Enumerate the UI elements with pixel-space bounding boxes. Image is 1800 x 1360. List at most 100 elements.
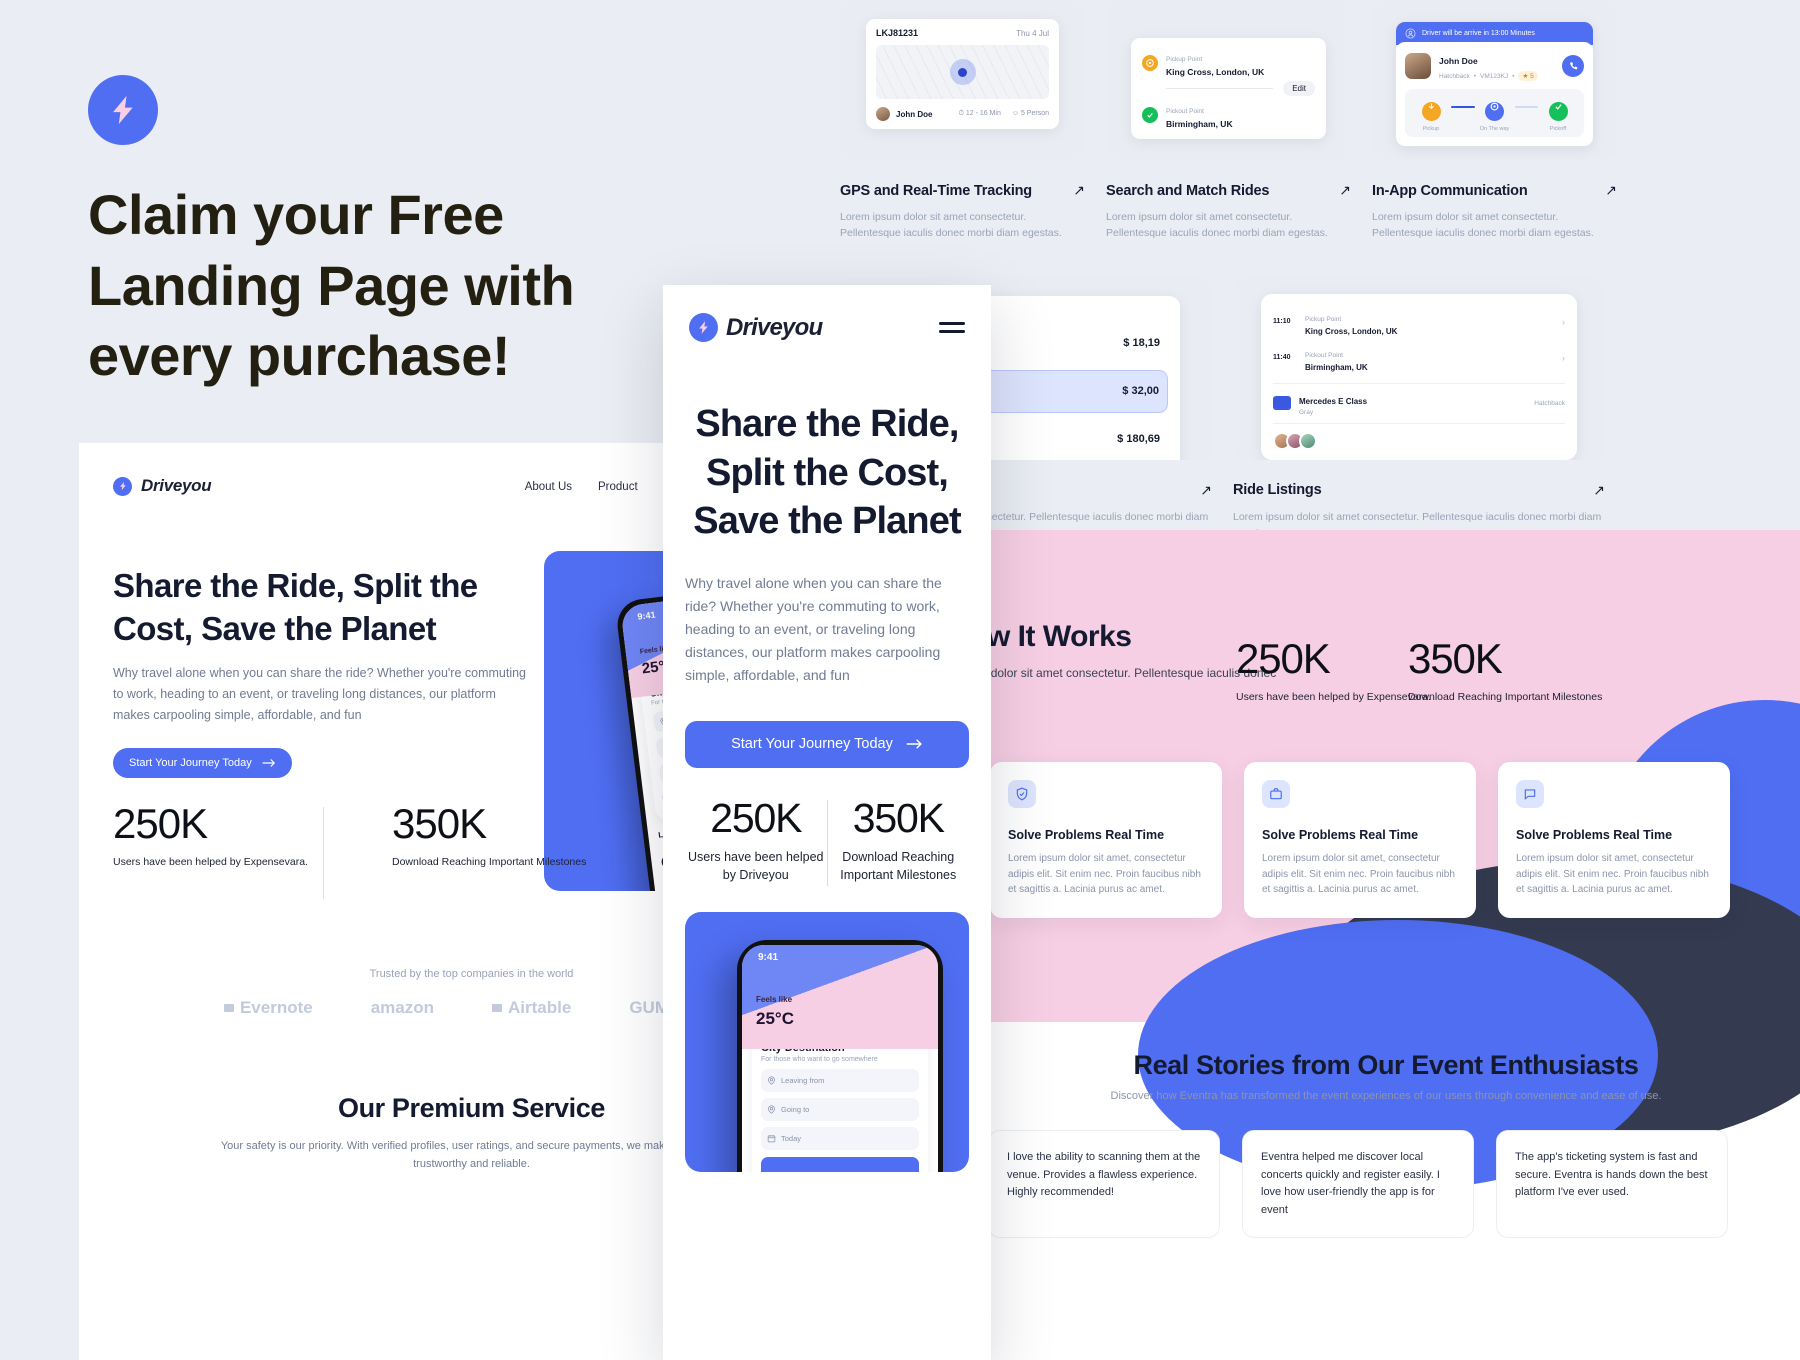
- dropoff-value: Birmingham, UK: [1166, 119, 1233, 129]
- testimonials-title: Real Stories from Our Event Enthusiasts: [1133, 1050, 1639, 1080]
- desktop-stats: 250K Users have been helped by Expenseva…: [113, 803, 602, 899]
- mobile-subheadline: Why travel alone when you can share the …: [685, 574, 942, 683]
- ride-duration: ⏱ 12 - 16 Min: [958, 110, 1001, 117]
- stat-item: 350K Download Reaching Important Milesto…: [828, 794, 970, 884]
- pickup-label: Pickup Point: [1166, 56, 1203, 63]
- brand-name: Driveyou: [141, 476, 212, 495]
- phone-field-date[interactable]: Today: [761, 1126, 919, 1150]
- service-cards-row: Solve Problems Real Time Lorem ipsum dol…: [988, 762, 1800, 918]
- stat-value: 350K: [1408, 635, 1503, 682]
- route-divider: [1166, 88, 1274, 89]
- pickup-value: King Cross, London, UK: [1305, 326, 1398, 336]
- eta-text: Driver will be arrive in 13:00 Minutes: [1422, 30, 1535, 37]
- mobile-stats: 250K Users have been helped by Driveyou …: [685, 794, 970, 886]
- phone-search-button[interactable]: [761, 1156, 919, 1172]
- edit-route-button[interactable]: Edit: [1283, 81, 1315, 96]
- vehicle-price: $ 32,00: [1122, 385, 1159, 398]
- brand-logo-icon: [689, 313, 718, 342]
- phone-mockup: 9:41 Feels like 25°C City Destination Fo…: [737, 939, 943, 1172]
- user-circle-icon: [1405, 28, 1416, 39]
- route-points-card: Pickup Point King Cross, London, UK Edit…: [1131, 38, 1326, 139]
- logo-evernote: Evernote: [223, 998, 313, 1018]
- ride-date: Thu 4 Jul: [1016, 29, 1049, 38]
- calendar-icon: [767, 1134, 776, 1142]
- arrow-up-right-icon[interactable]: ↗: [1200, 482, 1212, 499]
- dropoff-value: Birmingham, UK: [1305, 362, 1368, 372]
- lightning-bolt-icon: [113, 95, 133, 125]
- briefcase-icon: [1262, 780, 1290, 808]
- pickup-label: Pickup Point: [1305, 315, 1342, 323]
- stat-value: 250K: [113, 800, 208, 847]
- dropoff-label: Pickout Point: [1305, 351, 1343, 359]
- progress-step-onway: On The way: [1475, 97, 1515, 132]
- driver-avatar: [1405, 53, 1431, 79]
- stat-divider: [323, 807, 324, 899]
- listing-divider: [1273, 422, 1565, 424]
- arrow-up-right-icon[interactable]: ↗: [1605, 182, 1617, 199]
- chevron-right-icon[interactable]: ›: [1562, 317, 1565, 327]
- mobile-brand[interactable]: Driveyou: [689, 313, 823, 342]
- feature-desc: Lorem ipsum dolor sit amet consectetur. …: [1106, 211, 1328, 240]
- desktop-cta-button[interactable]: Start Your Journey Today: [113, 748, 292, 778]
- desktop-subheadline: Why travel alone when you can share the …: [113, 666, 527, 722]
- stat-label: Download Reaching Important Milestones: [840, 849, 957, 882]
- ride-capacity: ☺ 5 Person: [1011, 110, 1049, 117]
- phone-icon: [1569, 61, 1577, 69]
- how-it-works-title: How It Works: [988, 620, 1132, 653]
- map-preview: [876, 45, 1049, 99]
- desktop-brand[interactable]: Driveyou: [113, 476, 212, 496]
- feature-card-listings[interactable]: 11:10 Pickup Point King Cross, London, U…: [1233, 277, 1605, 542]
- phone-card-sub: For those who want to go somewhere: [761, 1055, 878, 1063]
- vehicle-price: $ 180,69: [1117, 433, 1160, 446]
- feature-card-inapp[interactable]: Driver will be arrive in 13:00 Minutes J…: [1372, 0, 1617, 242]
- brand-logo-icon: [113, 476, 132, 496]
- stat-value: 250K: [710, 794, 802, 841]
- progress-step-pickup: Pickup: [1411, 97, 1451, 132]
- arrow-up-right-icon[interactable]: ↗: [1339, 182, 1351, 199]
- feature-title: Search and Match Rides: [1106, 182, 1270, 199]
- arrow-up-right-icon[interactable]: ↗: [1073, 182, 1085, 199]
- nav-item-product[interactable]: Product: [598, 481, 638, 493]
- stat-value: 350K: [852, 794, 945, 841]
- listing-divider: [1273, 382, 1565, 384]
- chevron-right-icon[interactable]: ›: [1562, 353, 1565, 363]
- service-card[interactable]: Solve Problems Real Time Lorem ipsum dol…: [1244, 762, 1476, 918]
- phone-field-to[interactable]: Going to: [761, 1097, 919, 1121]
- stat-item: 250K Users have been helped by Expenseva…: [113, 803, 323, 871]
- airtable-mark-icon: [492, 1004, 503, 1012]
- current-location-dot-icon: [949, 59, 976, 85]
- service-card[interactable]: Solve Problems Real Time Lorem ipsum dol…: [990, 762, 1222, 918]
- service-card-desc: Lorem ipsum dolor sit amet, consectetur …: [1262, 853, 1455, 895]
- phone-feels-label: Feels like: [756, 994, 793, 1004]
- feature-card-search[interactable]: Pickup Point King Cross, London, UK Edit…: [1106, 0, 1351, 242]
- pickup-step-icon: [1421, 102, 1441, 121]
- ride-listing-card: 11:10 Pickup Point King Cross, London, U…: [1261, 293, 1577, 460]
- progress-step-pickoff: Pickoff: [1538, 97, 1578, 132]
- pickup-value: King Cross, London, UK: [1166, 67, 1265, 77]
- arrow-up-right-icon[interactable]: ↗: [1593, 482, 1605, 499]
- driver-name: John Doe: [896, 109, 933, 119]
- service-card[interactable]: Solve Problems Real Time Lorem ipsum dol…: [1498, 762, 1730, 918]
- stat-item: 250K Users have been helped by Driveyou: [685, 794, 827, 884]
- call-driver-button[interactable]: [1562, 55, 1584, 77]
- mobile-landing-preview: Driveyou Share the Ride, Split the Cost,…: [663, 285, 991, 1360]
- landing-strip-preview: How It Works Lorem ipsum dolor sit amet …: [988, 530, 1800, 1360]
- feature-card-gps[interactable]: LKJ81231 Thu 4 Jul John Doe ⏱ 12 - 16 Mi…: [840, 0, 1085, 242]
- nav-item-about[interactable]: About Us: [525, 481, 572, 493]
- feature-desc: Lorem ipsum dolor sit amet consectetur. …: [1372, 211, 1594, 240]
- feature-row-1: LKJ81231 Thu 4 Jul John Doe ⏱ 12 - 16 Mi…: [812, 0, 1800, 242]
- ride-progress: Pickup On The way Pickoff: [1405, 89, 1584, 137]
- strip-stat-item: 350K Download Reaching Important Milesto…: [1408, 638, 1602, 706]
- strip-stat-item: 250K Users have been helped by Expenseva…: [1236, 638, 1431, 706]
- phone-status-time: 9:41: [758, 951, 779, 963]
- mobile-cta-button[interactable]: Start Your Journey Today: [685, 720, 969, 768]
- dropoff-label: Pickout Point: [1166, 108, 1204, 115]
- passenger-avatars: [1273, 431, 1565, 450]
- stat-label: Download Reaching Important Milestones: [392, 856, 587, 868]
- driver-avatar: [876, 107, 890, 121]
- logo-amazon: amazon: [370, 998, 435, 1017]
- testimonial-card: I love the ability to scanning them at t…: [988, 1130, 1220, 1239]
- hamburger-menu-icon[interactable]: [939, 322, 965, 333]
- testimonials-row: I love the ability to scanning them at t…: [988, 1130, 1800, 1239]
- phone-field-from[interactable]: Leaving from: [761, 1068, 919, 1092]
